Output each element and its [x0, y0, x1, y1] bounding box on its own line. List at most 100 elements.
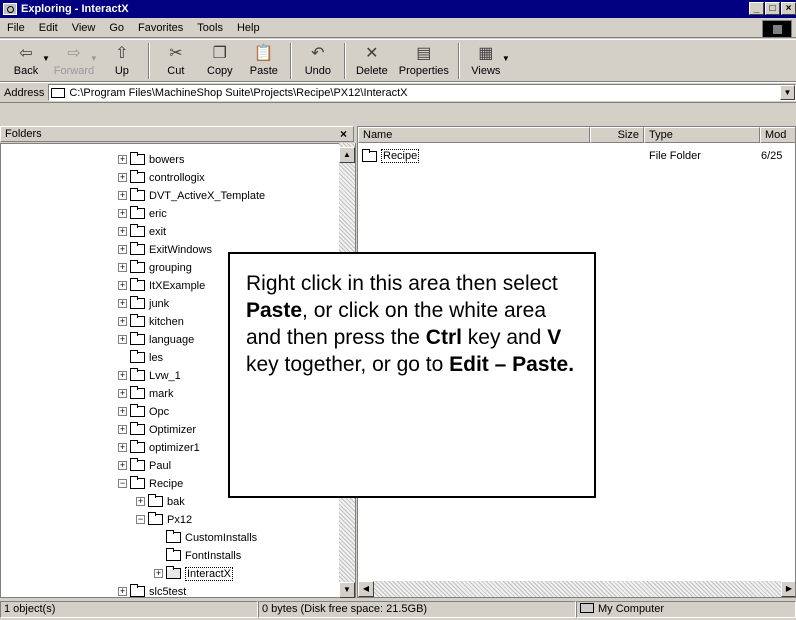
menu-file[interactable]: File — [0, 22, 32, 34]
tree-item[interactable]: + ItXExample — [118, 277, 205, 294]
close-button[interactable]: × — [781, 2, 796, 15]
tree-item[interactable]: + ExitWindows — [118, 241, 212, 258]
expand-plus-icon[interactable]: + — [118, 227, 127, 236]
expand-plus-icon[interactable]: + — [118, 173, 127, 182]
tree-item-label: bak — [167, 495, 185, 508]
column-type[interactable]: Type — [644, 127, 760, 143]
expand-plus-icon[interactable]: + — [118, 335, 127, 344]
tree-item-label: controllogix — [149, 171, 205, 184]
delete-button[interactable]: ✕ Delete — [350, 40, 394, 77]
expand-plus-icon[interactable]: + — [118, 263, 127, 272]
scroll-right-icon[interactable]: ▶ — [781, 581, 795, 597]
tree-item[interactable]: + bowers — [118, 151, 184, 168]
address-dropdown-icon[interactable]: ▼ — [780, 85, 795, 100]
menu-favorites[interactable]: Favorites — [131, 22, 190, 34]
tree-item[interactable]: − Px12 — [136, 511, 192, 528]
expand-plus-icon[interactable]: + — [118, 191, 127, 200]
scroll-left-icon[interactable]: ◀ — [358, 581, 374, 597]
expand-plus-icon[interactable]: + — [118, 155, 127, 164]
folder-icon — [130, 422, 145, 435]
tree-item[interactable]: + Opc — [118, 403, 169, 420]
menu-help[interactable]: Help — [230, 22, 267, 34]
tree-item[interactable]: + bak — [136, 493, 185, 510]
scroll-up-icon[interactable]: ▲ — [339, 147, 355, 163]
forward-dropdown-icon[interactable]: ▼ — [90, 54, 98, 63]
collapse-minus-icon[interactable]: − — [118, 479, 127, 488]
tree-item[interactable]: + exit — [118, 223, 166, 240]
undo-button[interactable]: ↶ Undo — [296, 40, 340, 77]
tree-item[interactable]: CustomInstalls — [154, 529, 257, 546]
tree-item-label: kitchen — [149, 315, 184, 328]
cut-button[interactable]: ✂ Cut — [154, 40, 198, 77]
scroll-track[interactable] — [374, 581, 781, 597]
expand-plus-icon[interactable]: + — [118, 425, 127, 434]
collapse-minus-icon[interactable]: − — [136, 515, 145, 524]
folder-icon — [362, 148, 377, 162]
folder-icon — [130, 458, 145, 471]
tree-item[interactable]: + slc5test — [118, 583, 186, 597]
list-header: Name Size Type Mod — [358, 127, 795, 143]
tree-item[interactable]: + junk — [118, 295, 169, 312]
list-horizontal-scrollbar[interactable]: ◀ ▶ — [358, 581, 795, 597]
folders-pane-header: Folders × — [0, 126, 354, 142]
tree-item[interactable]: + controllogix — [118, 169, 205, 186]
scroll-down-icon[interactable]: ▼ — [339, 582, 355, 598]
copy-icon: ❐ — [212, 45, 228, 62]
back-dropdown-icon[interactable]: ▼ — [42, 54, 50, 63]
list-item[interactable]: Recipe File Folder 6/25 — [358, 148, 795, 164]
expand-plus-icon[interactable]: + — [118, 407, 127, 416]
properties-button[interactable]: ▤ Properties — [394, 40, 454, 77]
menu-go[interactable]: Go — [102, 22, 131, 34]
expand-plus-icon[interactable]: + — [118, 281, 127, 290]
expand-plus-icon[interactable]: + — [118, 209, 127, 218]
column-size[interactable]: Size — [590, 127, 644, 143]
minimize-button[interactable]: _ — [749, 2, 764, 15]
paste-button[interactable]: 📋 Paste — [242, 40, 286, 77]
tree-item[interactable]: + DVT_ActiveX_Template — [118, 187, 265, 204]
tree-item[interactable]: + Lvw_1 — [118, 367, 181, 384]
tree-item[interactable]: + language — [118, 331, 194, 348]
tree-item-label: junk — [149, 297, 170, 310]
forward-label: Forward — [53, 65, 95, 77]
expand-plus-icon[interactable]: + — [154, 569, 163, 578]
toolbar: ⇦ Back ▼ ⇨ Forward ▼ ⇧ Up ✂ Cut ❐ Copy 📋… — [0, 39, 796, 82]
up-button[interactable]: ⇧ Up — [100, 40, 144, 77]
tree-item[interactable]: FontInstalls — [154, 547, 241, 564]
folder-icon — [130, 260, 145, 273]
expand-plus-icon[interactable]: + — [118, 461, 127, 470]
tree-item[interactable]: + eric — [118, 205, 167, 222]
expand-plus-icon[interactable]: + — [118, 317, 127, 326]
tree-item-label: language — [149, 333, 195, 346]
menu-tools[interactable]: Tools — [190, 22, 230, 34]
tree-item[interactable]: + kitchen — [118, 313, 184, 330]
menu-view[interactable]: View — [65, 22, 103, 34]
column-name[interactable]: Name — [358, 127, 590, 143]
toolbar-separator — [343, 43, 346, 79]
folders-close-icon[interactable]: × — [340, 127, 347, 141]
tree-item[interactable]: − Recipe — [118, 475, 183, 492]
tree-item[interactable]: + Paul — [118, 457, 171, 474]
tree-item[interactable]: + Optimizer — [118, 421, 196, 438]
tree-item[interactable]: + grouping — [118, 259, 192, 276]
expand-plus-icon[interactable]: + — [118, 587, 127, 596]
address-input[interactable]: C:\Program Files\MachineShop Suite\Proje… — [48, 84, 796, 101]
callout-text: Right click in this area then select — [246, 272, 558, 295]
expand-plus-icon[interactable]: + — [118, 389, 127, 398]
expand-plus-icon[interactable]: + — [118, 443, 127, 452]
tree-item[interactable]: + mark — [118, 385, 173, 402]
tree-item[interactable]: + optimizer1 — [118, 439, 200, 456]
expand-plus-icon[interactable]: + — [136, 497, 145, 506]
maximize-button[interactable]: □ — [765, 2, 780, 15]
expand-plus-icon[interactable]: + — [118, 299, 127, 308]
tree-item[interactable]: les — [118, 349, 163, 366]
expand-plus-icon[interactable]: + — [118, 245, 127, 254]
tree-item-selected[interactable]: + InteractX — [154, 565, 234, 582]
views-dropdown-icon[interactable]: ▼ — [502, 54, 510, 63]
expand-plus-icon[interactable]: + — [118, 371, 127, 380]
copy-button[interactable]: ❐ Copy — [198, 40, 242, 77]
paste-icon: 📋 — [253, 45, 274, 62]
column-modified[interactable]: Mod — [760, 127, 795, 143]
status-object-count: 1 object(s) — [0, 601, 258, 618]
folder-icon — [130, 170, 145, 183]
menu-edit[interactable]: Edit — [32, 22, 65, 34]
